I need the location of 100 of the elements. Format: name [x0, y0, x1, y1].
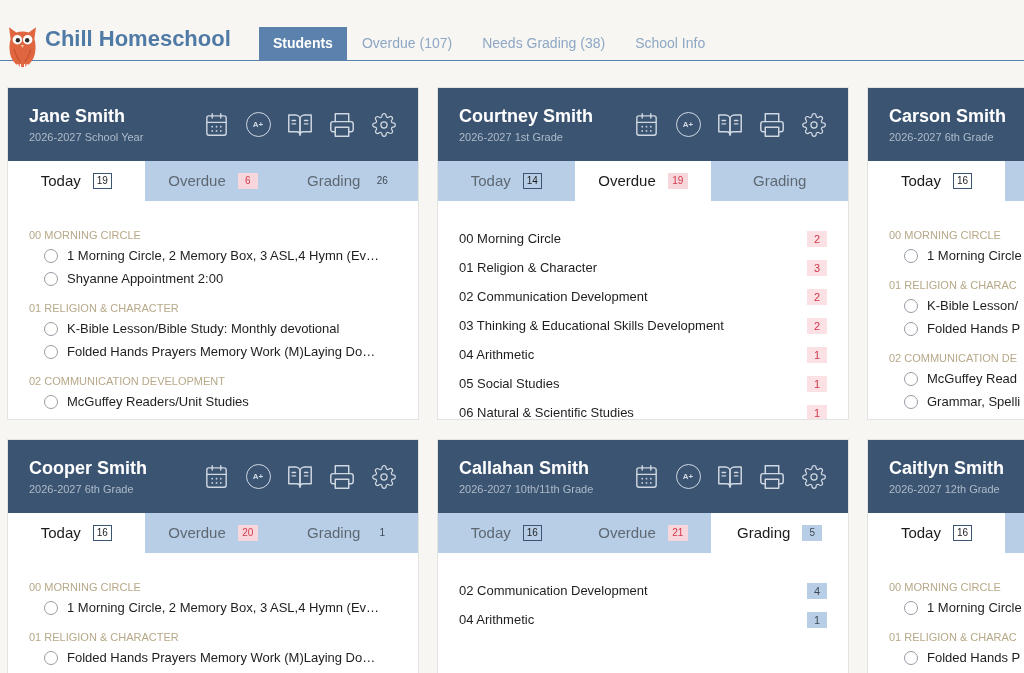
tab[interactable]: Grading 26 — [281, 161, 418, 201]
student-subtitle: 2026-2027 School Year — [29, 130, 144, 144]
subject-item[interactable]: 00 Morning Circle 2 — [459, 231, 827, 247]
subject-item[interactable]: 05 Social Studies 1 — [459, 376, 827, 392]
category-heading: 02 COMMUNICATION DEVELOPMENT — [29, 374, 226, 389]
tab[interactable]: Today 16 — [868, 513, 1005, 553]
task-checkbox[interactable] — [44, 321, 58, 336]
count-badge: 4 — [807, 583, 827, 599]
task-checkbox[interactable] — [904, 298, 918, 313]
count-badge: 1 — [807, 612, 827, 628]
count-badge: 19 — [92, 173, 112, 189]
tab[interactable]: Today 19 — [8, 161, 145, 201]
category-heading: 02 COMMUNICATION DE — [889, 351, 1019, 366]
count-badge: 16 — [92, 525, 112, 541]
student-subtitle: 2026-2027 6th Grade — [29, 482, 135, 496]
book-icon[interactable] — [718, 465, 742, 488]
book-icon[interactable] — [718, 113, 742, 136]
task-checkbox[interactable] — [904, 321, 918, 336]
count-badge: 1 — [807, 347, 827, 363]
tab[interactable]: Overdue 20 — [144, 513, 282, 553]
category-heading: 00 MORNING CIRCLE — [29, 580, 142, 595]
tab[interactable]: Today 16 — [868, 161, 1005, 201]
calendar-icon[interactable] — [205, 113, 227, 136]
settings-icon[interactable] — [802, 112, 826, 137]
task-label: Shyanne Appointment 2:00 — [67, 269, 224, 288]
task-label: K-Bible Lesson/Bible Study: Monthly devotional — [67, 319, 340, 338]
task-label: McGuffey Readers/Unit Studies — [67, 392, 249, 411]
tab[interactable]: Overdue 21 — [574, 513, 712, 553]
printer-icon[interactable] — [760, 112, 784, 137]
task-checkbox[interactable] — [44, 344, 58, 359]
printer-icon[interactable] — [330, 464, 354, 489]
task-label: 1 Morning Circle, 2 Memory Box, 3 ASL,4 Hymn (Ev… — [67, 246, 380, 265]
count-badge: 5 — [802, 525, 823, 541]
category-heading: 01 RELIGION & CHARAC — [889, 278, 1018, 293]
task-checkbox[interactable] — [904, 371, 918, 386]
subject-item[interactable]: 06 Natural & Scientific Studies 1 — [459, 405, 827, 419]
count-badge: 6 — [237, 173, 258, 189]
task-checkbox[interactable] — [904, 600, 918, 615]
task-label: Folded Hands Prayers Memory Work (M)Laying Do… — [67, 648, 376, 667]
subject-item[interactable]: 02 Communication Development 2 — [459, 289, 827, 305]
owl-logo — [8, 26, 37, 68]
category-heading: 01 RELIGION & CHARACTER — [29, 630, 180, 645]
count-badge: 2 — [807, 231, 827, 247]
count-badge: 2 — [807, 289, 827, 305]
task-label: Folded Hands Prayers Memory Work (M)Laying Do… — [67, 342, 376, 361]
student-subtitle: 2026-2027 6th Grade — [889, 130, 995, 144]
task-checkbox[interactable] — [44, 248, 58, 263]
subject-item[interactable]: 02 Communication Development 4 — [459, 583, 827, 599]
task-label: K-Bible Lesson/ — [927, 296, 1019, 315]
book-icon[interactable] — [288, 465, 312, 488]
task-label: 1 Morning Circle, 2 Memory Box, 3 ASL,4 Hymn (Ev… — [67, 598, 380, 617]
student-subtitle: 2026-2027 1st Grade — [459, 130, 564, 144]
count-badge: 1 — [807, 376, 827, 392]
task-checkbox[interactable] — [904, 650, 918, 665]
count-badge: 14 — [522, 173, 542, 189]
settings-icon[interactable] — [802, 464, 826, 489]
student-name: Carson Smith — [889, 105, 1007, 127]
printer-icon[interactable] — [330, 112, 354, 137]
calendar-icon[interactable] — [205, 465, 227, 488]
printer-icon[interactable] — [760, 464, 784, 489]
category-heading: 00 MORNING CIRCLE — [29, 228, 142, 243]
student-name: Courtney Smith — [459, 105, 593, 127]
task-checkbox[interactable] — [44, 271, 58, 286]
count-badge: 16 — [952, 525, 973, 541]
subject-item[interactable]: 04 Arithmetic 1 — [459, 612, 827, 628]
subject-item[interactable]: 01 Religion & Character 3 — [459, 260, 827, 276]
tab[interactable]: Overdue 6 — [144, 161, 282, 201]
task-checkbox[interactable] — [44, 600, 58, 615]
subject-item[interactable]: 04 Arithmetic 1 — [459, 347, 827, 363]
count-badge: 20 — [237, 525, 258, 541]
task-checkbox[interactable] — [44, 650, 58, 665]
book-icon[interactable] — [288, 113, 312, 136]
count-badge: 21 — [667, 525, 688, 541]
student-name: Callahan Smith — [459, 457, 591, 479]
tab[interactable]: Grading 5 — [711, 513, 848, 553]
student-name: Jane Smith — [29, 105, 127, 127]
student-name: Cooper Smith — [29, 457, 147, 479]
task-label: Grammar, Spelli — [927, 392, 1021, 411]
category-heading: 01 RELIGION & CHARACTER — [29, 301, 180, 316]
count-badge: 16 — [952, 173, 973, 189]
task-checkbox[interactable] — [904, 248, 918, 263]
settings-icon[interactable] — [372, 464, 396, 489]
tab[interactable]: Today 14 — [438, 161, 575, 201]
tab[interactable]: Overdue 19 — [574, 161, 712, 201]
count-badge: 1 — [807, 405, 827, 419]
tab[interactable]: Grading 1 — [281, 513, 418, 553]
count-badge: 3 — [807, 260, 827, 276]
app-title: Chill Homeschool — [45, 25, 232, 53]
category-heading: 00 MORNING CIRCLE — [889, 228, 1002, 243]
task-label: McGuffey Read — [927, 369, 1018, 388]
calendar-icon[interactable] — [635, 465, 657, 488]
nav-tab[interactable]: Students — [259, 27, 347, 60]
tab[interactable]: Today 16 — [8, 513, 145, 553]
tab[interactable]: Today 16 — [438, 513, 575, 553]
subject-item[interactable]: 03 Thinking & Educational Skills Development 2 — [459, 318, 827, 334]
task-checkbox[interactable] — [44, 394, 58, 409]
settings-icon[interactable] — [372, 112, 396, 137]
calendar-icon[interactable] — [635, 113, 657, 136]
student-name: Caitlyn Smith — [889, 457, 1004, 479]
task-checkbox[interactable] — [904, 394, 918, 409]
